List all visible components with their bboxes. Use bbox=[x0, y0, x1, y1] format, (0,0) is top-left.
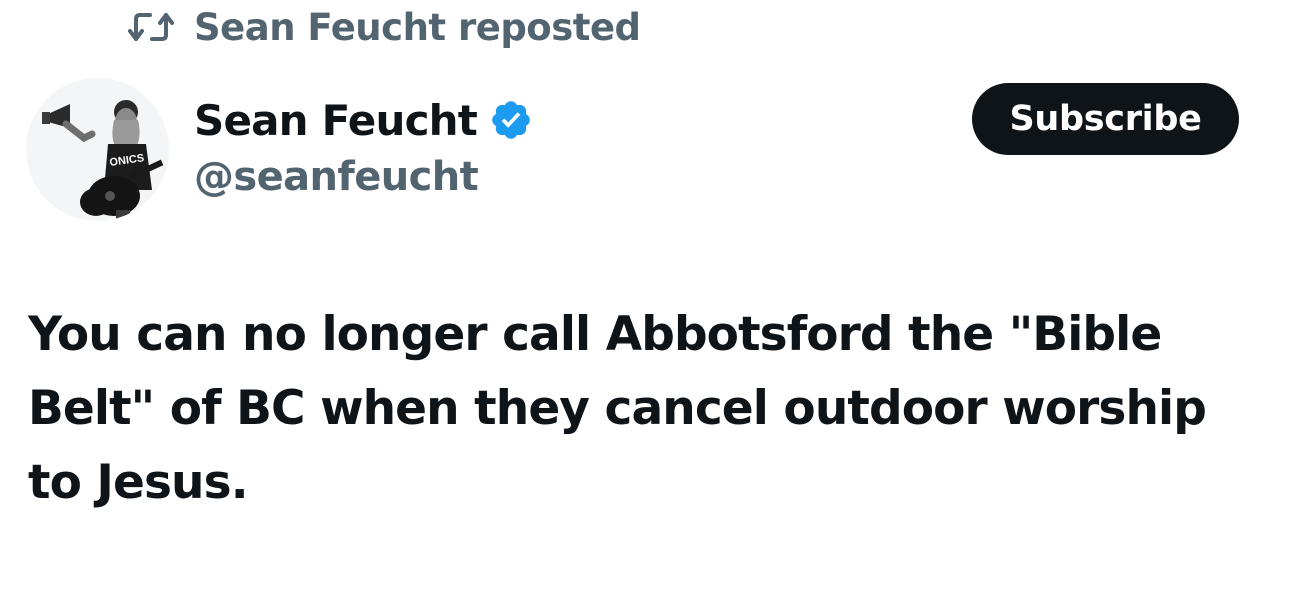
post-card: Sean Feucht reposted ONICS Sean Feucht @… bbox=[0, 0, 1290, 600]
repost-icon bbox=[128, 9, 174, 45]
subscribe-button[interactable]: Subscribe bbox=[972, 83, 1239, 155]
post-text: You can no longer call Abbotsford the "B… bbox=[28, 307, 1207, 510]
verified-badge-icon bbox=[489, 98, 533, 142]
author-display-name[interactable]: Sean Feucht bbox=[194, 96, 478, 145]
author-handle[interactable]: @seanfeucht bbox=[194, 154, 479, 200]
repost-context[interactable]: Sean Feucht reposted bbox=[128, 4, 641, 50]
repost-label: Sean Feucht reposted bbox=[194, 5, 641, 49]
author-name-row[interactable]: Sean Feucht bbox=[194, 94, 533, 146]
avatar[interactable]: ONICS bbox=[26, 78, 169, 221]
